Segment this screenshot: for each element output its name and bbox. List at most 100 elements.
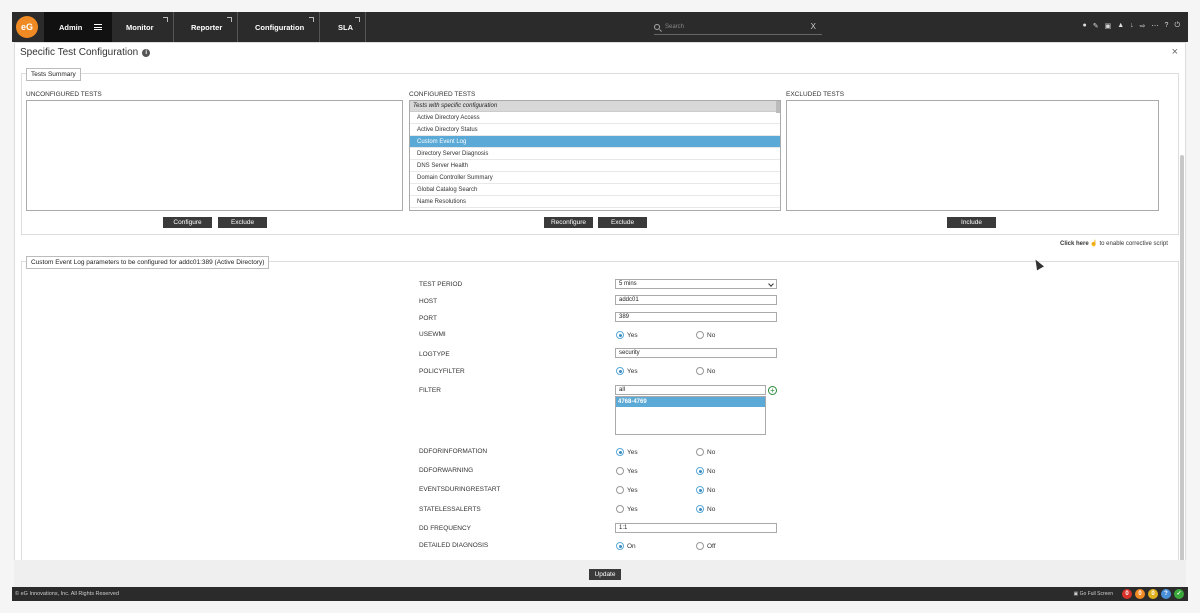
policyfilter-no-radio[interactable]: No [696,367,715,375]
radio-dot [696,448,704,456]
more-icon[interactable]: ⋯ [1152,22,1159,30]
radio-label: On [627,542,636,550]
list-item[interactable]: DNS Server Health [410,160,780,172]
policyfilter-label: POLICYFILTER [419,368,465,375]
radio-dot [616,331,624,339]
close-icon[interactable]: × [1172,46,1178,58]
normal-status-icon[interactable]: ✓ [1174,589,1184,599]
radio-label: No [707,467,716,475]
statelessalerts-no-radio[interactable]: No [696,505,715,513]
list-item[interactable]: Domain Controller Summary [410,172,780,184]
filter-label: FILTER [419,387,441,394]
detailed-diagnosis-off-radio[interactable]: Off [696,542,716,550]
help-icon[interactable]: ? [1165,22,1169,30]
detailed-diagnosis-on-radio[interactable]: On [616,542,636,550]
detailed-diagnosis-label: DETAILED DIAGNOSIS [419,542,489,549]
hamburger-menu-icon[interactable] [94,24,103,30]
unknown-status-icon[interactable]: ? [1161,589,1171,599]
radio-dot [696,486,704,494]
excluded-label: EXCLUDED TESTS [786,91,845,98]
minor-count-icon[interactable]: 0 [1148,589,1158,599]
host-field[interactable]: addc01 [615,295,777,305]
tests-summary-legend: Tests Summary [26,68,81,81]
reconfigure-button[interactable]: Reconfigure [544,217,593,228]
radio-label: No [707,367,716,375]
tab-reporter[interactable]: Reporter [174,12,238,42]
radio-dot [616,542,624,550]
configured-tests-list[interactable]: Tests with specific configuration Active… [409,100,781,211]
list-item[interactable]: Name Resolutions [410,196,780,208]
logout-icon[interactable]: ⇨ [1140,22,1146,30]
power-icon[interactable]: ⏻ [1174,22,1180,30]
policyfilter-yes-radio[interactable]: Yes [616,367,638,375]
port-field[interactable]: 389 [615,312,777,322]
click-here-link[interactable]: Click here [1060,241,1089,247]
tab-monitor[interactable]: Monitor [112,12,174,42]
eg-logo-icon[interactable]: eG [16,16,38,38]
radio-dot [616,448,624,456]
configured-label: CONFIGURED TESTS [409,91,476,98]
filter-list-item[interactable]: 4768-4769 [616,397,765,407]
layers-icon[interactable]: ▣ [1105,22,1112,30]
tab-configuration[interactable]: Configuration [238,12,320,42]
external-link-icon [355,17,360,22]
download-icon[interactable]: ↓ [1130,22,1134,30]
exclude-button[interactable]: Exclude [218,217,267,228]
list-item[interactable]: Active Directory Status [410,124,780,136]
eventsduringrestart-no-radio[interactable]: No [696,486,715,494]
tab-sla[interactable]: SLA [320,12,366,42]
add-filter-icon[interactable]: + [768,386,777,395]
radio-label: Yes [627,467,638,475]
list-item[interactable]: Active Directory Access [410,112,780,124]
list-item[interactable]: Directory Server Diagnosis [410,148,780,160]
search-input[interactable]: Search X [654,19,822,35]
configure-button[interactable]: Configure [163,217,212,228]
radio-dot [616,505,624,513]
radio-dot [696,331,704,339]
user-icon[interactable]: ● [1083,22,1087,30]
clear-search-icon[interactable]: X [811,22,816,31]
statelessalerts-yes-radio[interactable]: Yes [616,505,638,513]
page-title-text: Specific Test Configuration [20,47,139,58]
top-icons: ● ✎ ▣ ▲ ↓ ⇨ ⋯ ? ⏻ [1083,22,1181,30]
bell-icon[interactable]: ▲ [1117,22,1124,30]
ddforwarning-yes-radio[interactable]: Yes [616,467,638,475]
list-group-header: Tests with specific configuration [410,101,780,112]
list-item-selected[interactable]: Custom Event Log [410,136,780,148]
critical-count-icon[interactable]: 0 [1122,589,1132,599]
ddforwarning-no-radio[interactable]: No [696,467,715,475]
major-count-icon[interactable]: 0 [1135,589,1145,599]
radio-dot [696,467,704,475]
radio-dot [696,505,704,513]
excluded-tests-list[interactable] [786,100,1159,211]
tab-reporter-label: Reporter [191,22,223,32]
radio-label: No [707,505,716,513]
ddforinformation-no-radio[interactable]: No [696,448,715,456]
list-item[interactable]: Global Catalog Search [410,184,780,196]
ddfrequency-label: DD FREQUENCY [419,525,472,532]
list-scrollbar[interactable] [776,101,780,113]
radio-label: Yes [627,367,638,375]
fullscreen-button[interactable]: ▣ Go Full Screen [1074,591,1113,597]
logtype-field[interactable]: security [615,348,777,358]
eventsduringrestart-yes-radio[interactable]: Yes [616,486,638,494]
ddforinformation-yes-radio[interactable]: Yes [616,448,638,456]
update-button[interactable]: Update [589,569,621,580]
filter-list[interactable]: 4768-4769 [615,396,766,435]
usewmi-no-radio[interactable]: No [696,331,715,339]
panel-scrollbar[interactable] [1180,155,1184,591]
unconfigured-tests-list[interactable] [26,100,403,211]
test-period-select[interactable]: 5 mins [615,279,777,289]
tools-icon[interactable]: ✎ [1093,22,1099,30]
info-icon[interactable]: i [142,48,151,57]
radio-dot [696,542,704,550]
statelessalerts-label: STATELESSALERTS [419,506,481,513]
ddfrequency-field[interactable]: 1:1 [615,523,777,533]
include-button[interactable]: Include [947,217,996,228]
filter-field[interactable]: all [615,385,766,395]
radio-label: No [707,331,716,339]
tab-admin[interactable]: Admin [44,12,112,42]
usewmi-yes-radio[interactable]: Yes [616,331,638,339]
exclude-configured-button[interactable]: Exclude [598,217,647,228]
test-period-value: 5 mins [619,281,637,287]
